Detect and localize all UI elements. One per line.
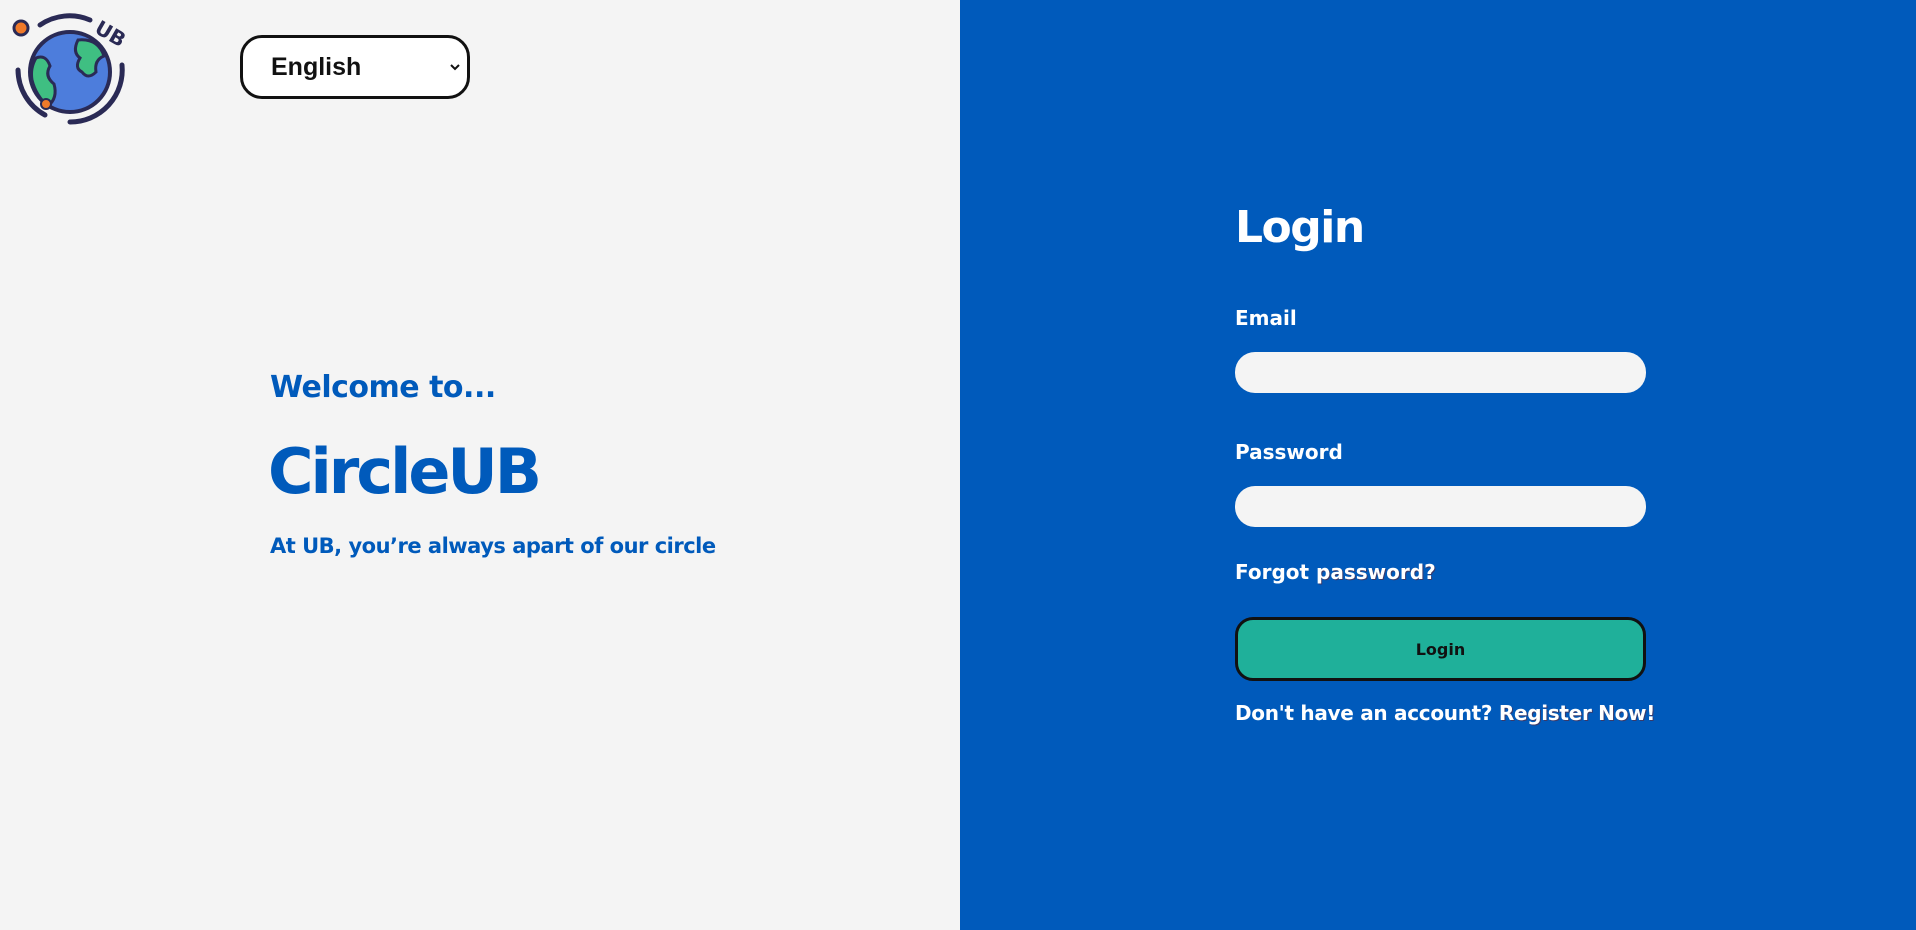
welcome-panel: UB English Welcome to... CircleUB At UB,… xyxy=(0,0,960,930)
forgot-password-link[interactable]: password? xyxy=(1316,560,1436,584)
forgot-password-row: Forgot password? xyxy=(1235,560,1436,584)
tagline: At UB, you’re always apart of our circle xyxy=(270,534,716,558)
login-title: Login xyxy=(1235,202,1365,253)
login-button[interactable]: Login xyxy=(1235,617,1646,681)
email-label: Email xyxy=(1235,306,1297,330)
welcome-heading: Welcome to... xyxy=(270,370,496,405)
forgot-prefix: Forgot xyxy=(1235,560,1317,584)
brand-title: CircleUB xyxy=(268,435,542,508)
password-label: Password xyxy=(1235,440,1343,464)
register-row: Don't have an account? Register Now! xyxy=(1235,701,1655,725)
email-field[interactable] xyxy=(1235,352,1646,393)
globe-logo-icon: UB xyxy=(12,13,130,125)
register-prefix: Don't have an account? xyxy=(1235,701,1499,725)
language-selected-value: English xyxy=(271,52,362,81)
register-link[interactable]: Register Now! xyxy=(1499,701,1655,725)
password-field[interactable] xyxy=(1235,486,1646,527)
language-select[interactable]: English xyxy=(240,35,470,99)
chevron-down-icon xyxy=(450,64,460,71)
login-button-label: Login xyxy=(1415,639,1466,659)
login-panel xyxy=(960,0,1916,930)
